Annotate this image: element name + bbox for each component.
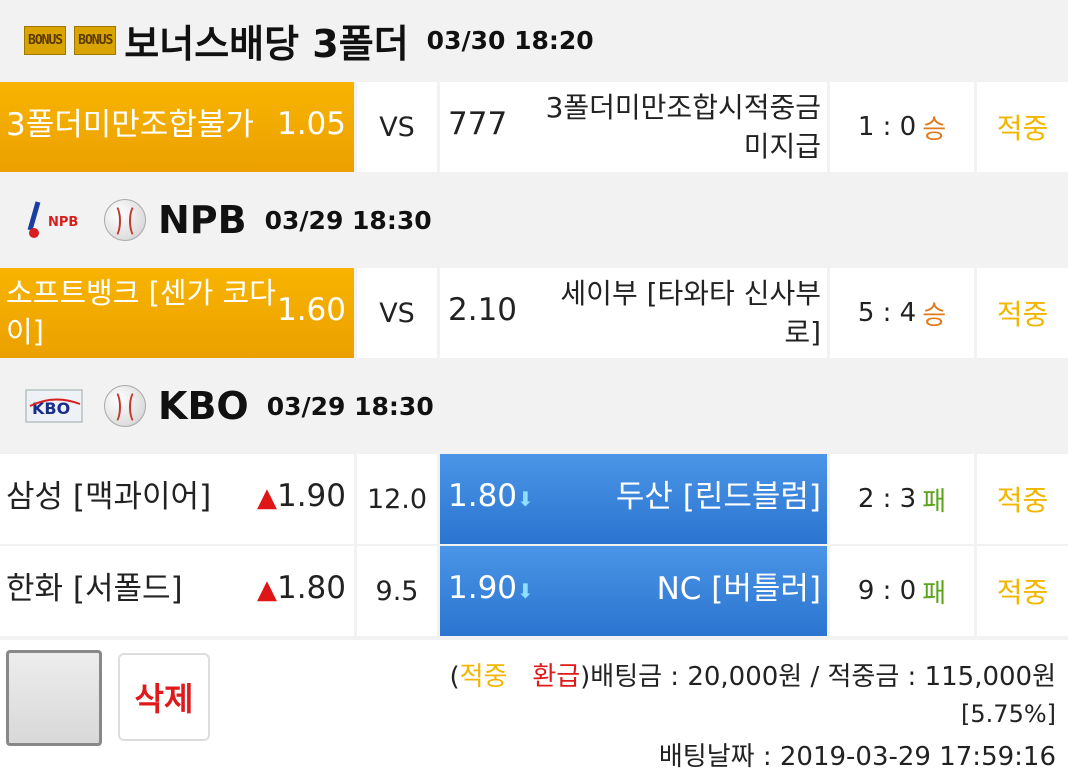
home-bet-button[interactable]: 삼성 [맥과이어] ▲1.90 — [0, 454, 354, 544]
match-row-npb: 소프트뱅크 [센가 코다이] 1.60 VS 2.10 세이부 [타와타 신사부… — [0, 268, 1068, 358]
refund-label: 환급 — [532, 662, 581, 692]
home-bet-button[interactable]: 3폴더미만조합불가 1.05 — [0, 82, 354, 172]
home-bet-button[interactable]: 한화 [서폴드] ▲1.80 — [0, 546, 354, 636]
away-bet-button-selected[interactable]: 1.90⬇ NC [버틀러] — [440, 546, 827, 636]
status-hit: 적중 — [996, 576, 1049, 609]
delete-button[interactable]: 삭제 — [118, 653, 210, 741]
away-odds: 1.80 — [448, 478, 518, 514]
section-date: 03/30 18:20 — [426, 25, 594, 55]
status-hit: 적중 — [996, 112, 1049, 145]
bet-date: 배팅날짜 : 2019-03-29 17:59:16 — [658, 742, 1056, 772]
home-odds: 1.05 — [276, 106, 346, 142]
arrow-down-icon: ⬇ — [517, 487, 534, 511]
home-team: 3폴더미만조합불가 — [6, 107, 254, 143]
bet-summary-footer: 삭제 (적중 환급)배팅금 : 20,000원 / 적중금 : 115,000원… — [0, 640, 1068, 779]
home-bet-button[interactable]: 소프트뱅크 [센가 코다이] 1.60 — [0, 268, 354, 358]
score: 9 : 0 — [857, 576, 917, 606]
home-odds: 1.60 — [276, 292, 346, 328]
score: 1 : 0 — [857, 112, 917, 142]
section-date: 03/29 18:30 — [266, 391, 434, 421]
section-header-npb: NPB NPB 03/29 18:30 — [0, 174, 1068, 266]
score-cell: 1 : 0 승 — [830, 82, 974, 172]
home-odds: 1.90 — [276, 478, 346, 514]
section-title: NPB — [158, 198, 247, 242]
home-team: 삼성 [맥과이어] — [6, 479, 212, 515]
section-header-bonus: BONUS BONUS 보너스배당 3폴더 03/30 18:20 — [0, 0, 1068, 80]
away-odds: 777 — [448, 106, 508, 142]
handicap-line: 9.5 — [375, 575, 419, 607]
status-hit: 적중 — [996, 484, 1049, 517]
arrow-down-icon: ⬇ — [517, 579, 534, 603]
arrow-up-icon: ▲ — [256, 575, 277, 605]
arrow-up-icon: ▲ — [256, 483, 277, 513]
section-title: 보너스배당 3폴더 — [124, 21, 409, 66]
away-bet-button[interactable]: 2.10 세이부 [타와타 신사부로] — [440, 268, 827, 358]
paren-open: ( — [449, 662, 460, 692]
draw-cell: VS — [357, 268, 437, 358]
status-cell: 적중 — [977, 268, 1068, 358]
result-win: 승 — [922, 300, 947, 331]
select-checkbox[interactable] — [6, 650, 102, 746]
away-bet-button[interactable]: 777 3폴더미만조합시적중금미지급 — [440, 82, 827, 172]
score: 2 : 3 — [857, 484, 917, 514]
section-header-kbo: KBO KBO 03/29 18:30 — [0, 360, 1068, 452]
score-cell: 5 : 4 승 — [830, 268, 974, 358]
bet-summary: (적중 환급)배팅금 : 20,000원 / 적중금 : 115,000원 — [449, 656, 1056, 693]
svg-text:NPB: NPB — [48, 215, 78, 230]
handicap-line: 12.0 — [366, 483, 428, 515]
match-row-bonus: 3폴더미만조합불가 1.05 VS 777 3폴더미만조합시적중금미지급 1 :… — [0, 82, 1068, 172]
match-row-kbo-2: 한화 [서폴드] ▲1.80 9.5 1.90⬇ NC [버틀러] 9 : 0 … — [0, 546, 1068, 636]
hit-rate: [5.75%] — [961, 700, 1056, 728]
home-team: 한화 [서폴드] — [6, 571, 183, 607]
match-row-kbo-1: 삼성 [맥과이어] ▲1.90 12.0 1.80⬇ 두산 [린드블럼] 2 :… — [0, 454, 1068, 544]
section-date: 03/29 18:30 — [264, 205, 432, 235]
score-cell: 2 : 3 패 — [830, 454, 974, 544]
away-team: 3폴더미만조합시적중금미지급 — [545, 91, 821, 163]
status-hit: 적중 — [996, 298, 1049, 331]
line-cell: 12.0 — [357, 454, 437, 544]
vs-label: VS — [379, 111, 415, 143]
section-title: KBO — [158, 384, 249, 428]
away-odds: 2.10 — [448, 292, 518, 328]
result-win: 승 — [922, 114, 947, 145]
away-team: NC [버틀러] — [656, 571, 821, 607]
result-lose: 패 — [922, 486, 947, 517]
score-cell: 9 : 0 패 — [830, 546, 974, 636]
result-lose: 패 — [922, 578, 947, 609]
home-team: 소프트뱅크 [센가 코다이] — [6, 276, 276, 349]
status-cell: 적중 — [977, 454, 1068, 544]
draw-cell: VS — [357, 82, 437, 172]
away-odds: 1.90 — [448, 570, 518, 606]
away-team: 두산 [린드블럼] — [615, 479, 821, 515]
baseball-icon — [104, 199, 146, 241]
kbo-logo-icon: KBO — [24, 386, 86, 426]
bonus-badge-icon: BONUS — [24, 25, 67, 55]
line-cell: 9.5 — [357, 546, 437, 636]
away-team: 세이부 [타와타 신사부로] — [560, 277, 821, 349]
score: 5 : 4 — [857, 298, 917, 328]
baseball-icon — [104, 385, 146, 427]
paren-close: ) — [580, 662, 591, 692]
summary-text: 배팅금 : 20,000원 / 적중금 : 115,000원 — [590, 662, 1056, 692]
away-bet-button-selected[interactable]: 1.80⬇ 두산 [린드블럼] — [440, 454, 827, 544]
hit-label: 적중 — [459, 662, 508, 692]
vs-label: VS — [379, 297, 415, 329]
status-cell: 적중 — [977, 82, 1068, 172]
npb-logo-icon: NPB — [24, 200, 86, 240]
bonus-badge-icon: BONUS — [74, 25, 117, 55]
status-cell: 적중 — [977, 546, 1068, 636]
home-odds: 1.80 — [276, 570, 346, 606]
